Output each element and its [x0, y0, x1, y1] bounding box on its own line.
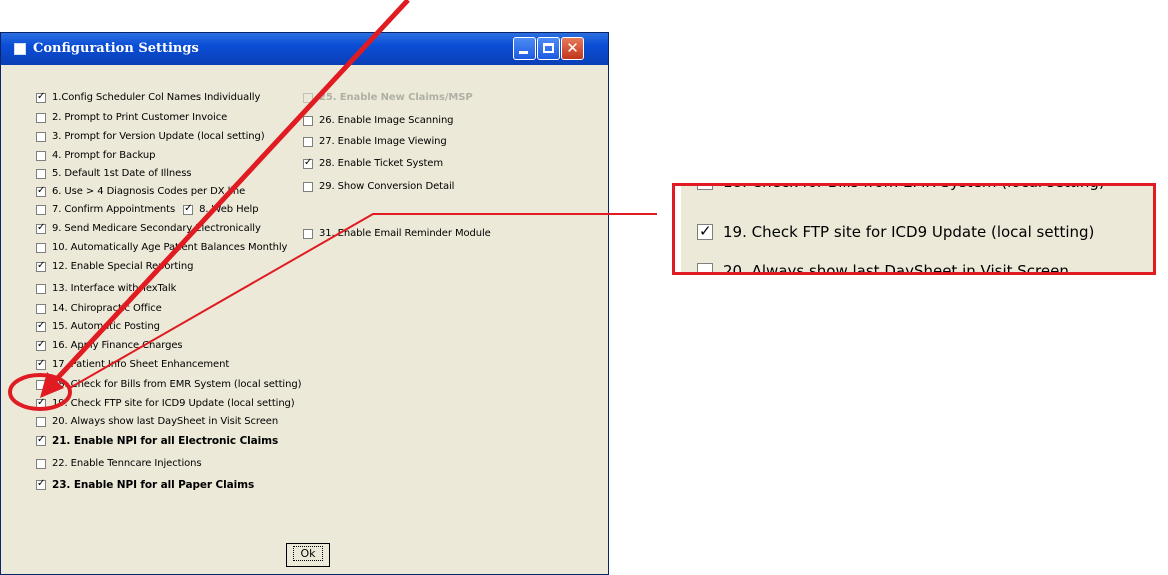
annotation-connector: [67, 213, 657, 390]
annotation-circle: [8, 373, 72, 411]
annotation-arrow-line: [50, 0, 410, 386]
annotation-overlay: [8, 0, 657, 411]
